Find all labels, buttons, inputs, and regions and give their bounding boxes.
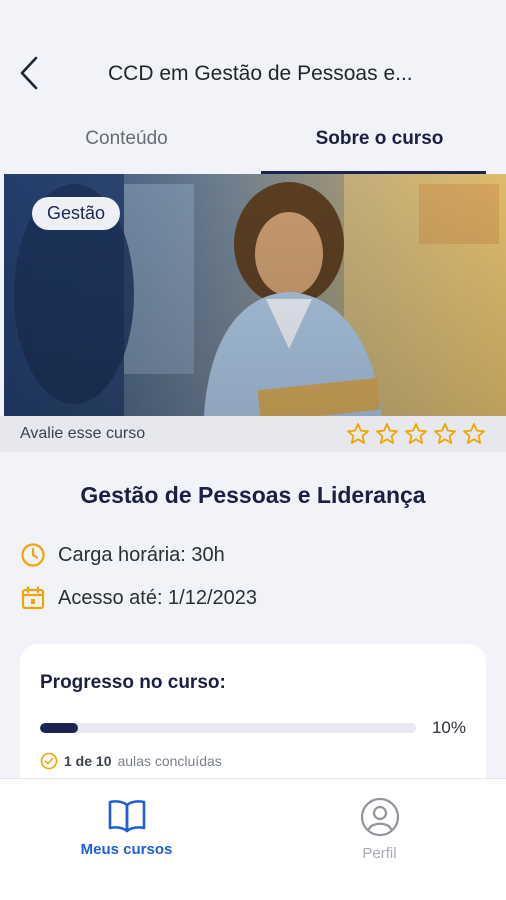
- star-rating: [346, 422, 486, 446]
- rating-label: Avalie esse curso: [20, 425, 146, 442]
- progress-bar: [40, 723, 416, 733]
- back-button[interactable]: [14, 54, 44, 92]
- star-icon[interactable]: [346, 422, 370, 446]
- nav-my-courses[interactable]: Meus cursos: [0, 779, 253, 900]
- lessons-count: 1 de 10: [64, 753, 112, 769]
- progress-bar-fill: [40, 723, 78, 733]
- clock-icon: [21, 543, 45, 567]
- page-title: CCD em Gestão de Pessoas e...: [108, 62, 413, 85]
- progress-title: Progresso no curso:: [40, 672, 226, 693]
- star-icon[interactable]: [433, 422, 457, 446]
- category-badge: Gestão: [32, 197, 121, 230]
- access-label: Acesso até: 1/12/2023: [58, 586, 258, 609]
- nav-my-courses-label: Meus cursos: [80, 841, 173, 858]
- rating-bar: Avalie esse curso: [0, 416, 506, 452]
- book-icon: [108, 800, 145, 833]
- chevron-left-icon: [20, 56, 38, 90]
- star-icon[interactable]: [462, 422, 486, 446]
- course-title: Gestão de Pessoas e Liderança: [80, 482, 426, 508]
- tab-about-course[interactable]: Sobre o curso: [253, 118, 506, 174]
- star-icon[interactable]: [404, 422, 428, 446]
- calendar-icon: [21, 586, 45, 610]
- course-access: Acesso até: 1/12/2023: [20, 585, 257, 611]
- bottom-nav: Meus cursos Perfil: [0, 778, 506, 900]
- lessons-suffix: aulas concluídas: [117, 753, 222, 769]
- star-icon[interactable]: [375, 422, 399, 446]
- tab-bar: Conteúdo Sobre o curso: [0, 118, 506, 174]
- progress-percent: 10%: [431, 718, 466, 737]
- lessons-completed: 1 de 10 aulas concluídas: [40, 752, 222, 770]
- course-hours: Carga horária: 30h: [20, 542, 225, 568]
- nav-profile[interactable]: Perfil: [253, 779, 506, 900]
- tab-content[interactable]: Conteúdo: [0, 118, 253, 174]
- user-icon: [360, 797, 399, 837]
- header: CCD em Gestão de Pessoas e...: [0, 0, 506, 110]
- hours-label: Carga horária: 30h: [58, 543, 225, 566]
- check-circle-icon: [40, 752, 58, 770]
- nav-profile-label: Perfil: [362, 845, 397, 862]
